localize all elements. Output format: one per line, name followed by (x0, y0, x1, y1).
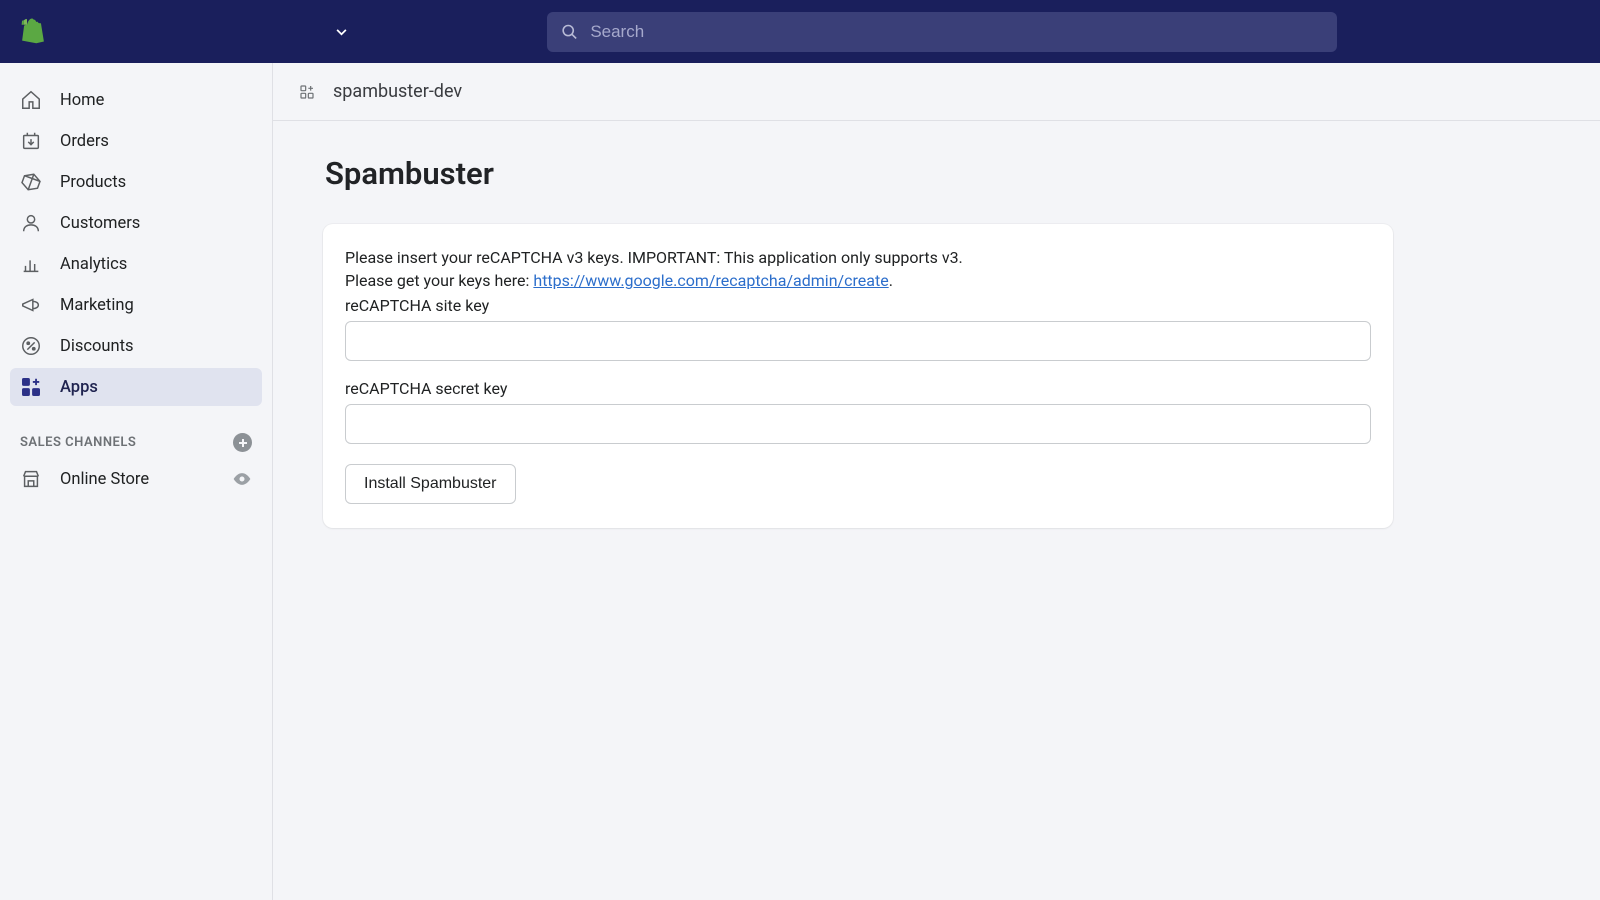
secret-key-label: reCAPTCHA secret key (345, 379, 1371, 398)
main: spambuster-dev Spambuster Please insert … (273, 63, 1600, 900)
apps-breadcrumb-icon (299, 84, 315, 100)
sidebar-item-home[interactable]: Home (10, 81, 262, 119)
store-icon (20, 468, 42, 490)
settings-card: Please insert your reCAPTCHA v3 keys. IM… (323, 224, 1393, 528)
search-bar[interactable] (547, 12, 1337, 52)
sidebar-item-orders[interactable]: Orders (10, 122, 262, 160)
sidebar-item-label: Discounts (60, 337, 134, 356)
eye-icon (232, 469, 252, 489)
channel-label: Online Store (60, 470, 149, 489)
sidebar-item-label: Customers (60, 214, 140, 233)
topbar (0, 0, 1600, 63)
customers-icon (20, 212, 42, 234)
search-icon (561, 23, 578, 41)
sidebar-item-label: Apps (60, 378, 98, 397)
install-button[interactable]: Install Spambuster (345, 464, 516, 504)
plus-icon (238, 438, 248, 448)
search-input[interactable] (590, 22, 1323, 42)
channel-online-store[interactable]: Online Store (10, 462, 262, 496)
sidebar-item-label: Home (60, 91, 104, 110)
recaptcha-admin-link[interactable]: https://www.google.com/recaptcha/admin/c… (533, 271, 888, 290)
sidebar-item-products[interactable]: Products (10, 163, 262, 201)
sidebar-item-label: Analytics (60, 255, 127, 274)
add-channel-button[interactable] (233, 433, 252, 452)
sidebar-item-label: Marketing (60, 296, 134, 315)
site-key-input[interactable] (345, 321, 1371, 361)
analytics-icon (20, 253, 42, 275)
description-line1: Please insert your reCAPTCHA v3 keys. IM… (345, 246, 1371, 269)
site-key-label: reCAPTCHA site key (345, 296, 1371, 315)
sales-channels-header: SALES CHANNELS (10, 409, 262, 462)
shopify-logo-icon[interactable] (20, 18, 46, 46)
sidebar-item-apps[interactable]: Apps (10, 368, 262, 406)
description-line2: Please get your keys here: https://www.g… (345, 269, 1371, 292)
products-icon (20, 171, 42, 193)
sidebar-item-label: Products (60, 173, 126, 192)
orders-icon (20, 130, 42, 152)
sidebar-item-marketing[interactable]: Marketing (10, 286, 262, 324)
content: Spambuster Please insert your reCAPTCHA … (273, 121, 1600, 562)
breadcrumb: spambuster-dev (273, 63, 1600, 121)
marketing-icon (20, 294, 42, 316)
apps-icon (20, 376, 42, 398)
sidebar: Home Orders Products Customers Analytics… (0, 63, 273, 900)
sales-channels-title: SALES CHANNELS (20, 435, 136, 450)
sidebar-item-customers[interactable]: Customers (10, 204, 262, 242)
sidebar-item-discounts[interactable]: Discounts (10, 327, 262, 365)
secret-key-input[interactable] (345, 404, 1371, 444)
page-title: Spambuster (325, 155, 1550, 192)
discounts-icon (20, 335, 42, 357)
sidebar-item-label: Orders (60, 132, 109, 151)
view-store-button[interactable] (232, 469, 252, 489)
breadcrumb-app-name: spambuster-dev (333, 81, 462, 102)
store-dropdown-icon[interactable] (336, 25, 347, 39)
logo-area (20, 18, 347, 46)
home-icon (20, 89, 42, 111)
sidebar-item-analytics[interactable]: Analytics (10, 245, 262, 283)
